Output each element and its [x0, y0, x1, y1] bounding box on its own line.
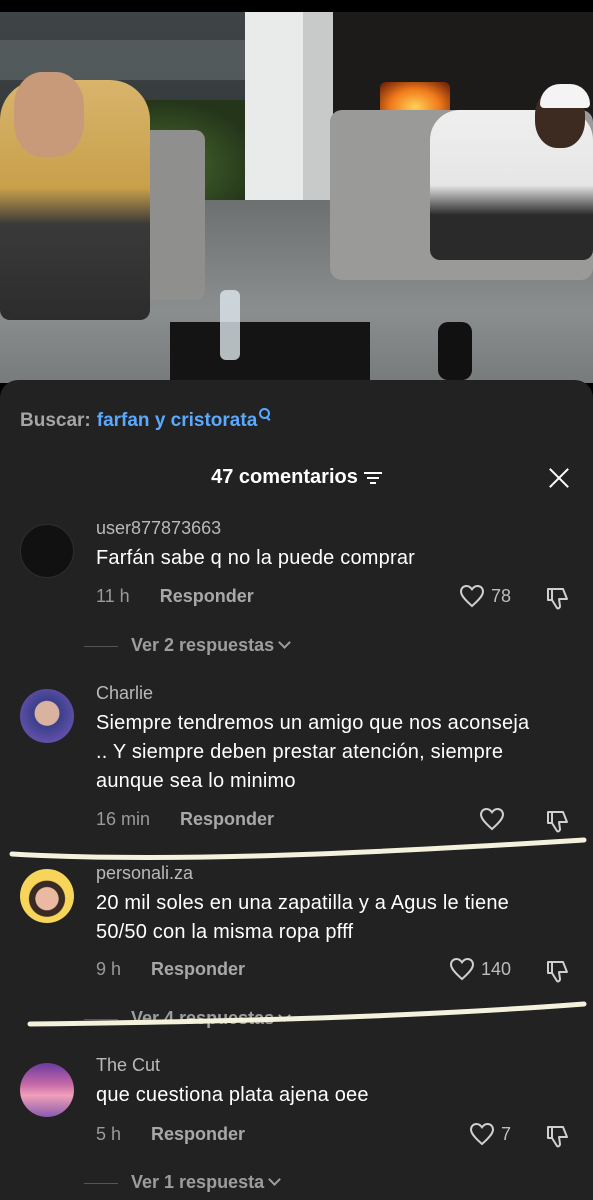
annotation-line — [9, 837, 587, 861]
search-label: Buscar: — [20, 410, 91, 431]
like-button[interactable]: 140 — [449, 957, 511, 981]
comment-text: 20 mil soles en una zapatilla y a Agus l… — [96, 892, 509, 943]
dislike-button[interactable] — [545, 957, 573, 985]
like-count: 140 — [480, 958, 511, 979]
divider-line — [84, 646, 118, 647]
person-left-head — [14, 72, 84, 157]
top-bar — [0, 0, 593, 12]
comment-time: 5 h — [96, 1124, 122, 1144]
comments-sheet: Buscar: farfan y cristorata 47 comentario… — [0, 380, 593, 1200]
comment-meta: 16 min Responder — [96, 809, 274, 830]
search-icon[interactable] — [259, 408, 271, 421]
view-replies-label: Ver 4 respuestas — [131, 1008, 275, 1028]
chevron-down-icon — [268, 1173, 281, 1186]
heart-icon — [469, 1122, 494, 1146]
view-replies-label: Ver 1 respuesta — [131, 1172, 265, 1192]
comment-text: Siempre tendremos un amigo que nos acons… — [96, 712, 530, 792]
avatar[interactable] — [20, 689, 74, 743]
chevron-down-icon — [278, 636, 291, 649]
dislike-button[interactable] — [545, 584, 573, 612]
reply-button[interactable]: Responder — [160, 586, 254, 606]
sort-icon[interactable] — [363, 471, 382, 485]
thumbs-down-icon — [547, 1126, 568, 1148]
thumbs-down-icon — [547, 811, 568, 833]
thumbs-down-icon — [547, 961, 568, 983]
like-count: 78 — [490, 585, 511, 606]
coffee-table — [170, 322, 370, 383]
avatar[interactable] — [20, 524, 74, 578]
search-suggestion[interactable]: Buscar: farfan y cristorata — [20, 408, 271, 432]
comment-time: 16 min — [96, 809, 151, 829]
heart-icon — [459, 584, 484, 608]
video-frame[interactable] — [0, 0, 593, 383]
comment-count: 47 comentarios — [211, 466, 358, 488]
comment-meta: 11 h Responder — [96, 586, 254, 607]
like-button[interactable]: 7 — [469, 1122, 511, 1146]
avatar[interactable] — [20, 869, 74, 923]
comment-meta: 9 h Responder — [96, 959, 245, 980]
like-button[interactable] — [479, 807, 511, 831]
avatar[interactable] — [20, 1063, 74, 1117]
comment-text: Farfán sabe q no la puede comprar — [96, 547, 416, 569]
comment-username[interactable]: The Cut — [96, 1055, 160, 1076]
comments-header: 47 comentarios — [0, 466, 593, 489]
heart-icon — [479, 807, 505, 831]
reply-button[interactable]: Responder — [151, 959, 245, 979]
background-column — [245, 12, 303, 212]
comment-meta: 5 h Responder — [96, 1124, 245, 1145]
water-bottle — [220, 290, 240, 360]
close-icon[interactable] — [547, 466, 571, 490]
divider-line — [84, 1183, 118, 1184]
person-right-cap — [540, 84, 590, 108]
annotation-line — [27, 1001, 587, 1027]
heart-icon — [449, 957, 474, 981]
dislike-button[interactable] — [545, 807, 573, 835]
comment-username[interactable]: Charlie — [96, 683, 153, 704]
comment-time: 9 h — [96, 959, 122, 979]
reply-button[interactable]: Responder — [151, 1124, 245, 1144]
dislike-button[interactable] — [545, 1122, 573, 1150]
view-replies-label: Ver 2 respuestas — [131, 635, 275, 655]
like-button[interactable]: 78 — [459, 584, 511, 608]
background-door — [303, 12, 333, 212]
comment-time: 11 h — [96, 586, 130, 606]
search-term[interactable]: farfan y cristorata — [97, 410, 258, 431]
divider-line — [84, 1019, 118, 1020]
comment-username[interactable]: personali.za — [96, 863, 193, 884]
like-count: 7 — [500, 1123, 511, 1144]
thumbs-down-icon — [547, 588, 568, 610]
person-right-shoe — [438, 322, 472, 380]
chevron-down-icon — [278, 1009, 291, 1022]
comment-text: que cuestiona plata ajena oee — [96, 1084, 369, 1106]
comment-username[interactable]: user877873663 — [96, 518, 221, 539]
reply-button[interactable]: Responder — [180, 809, 274, 829]
